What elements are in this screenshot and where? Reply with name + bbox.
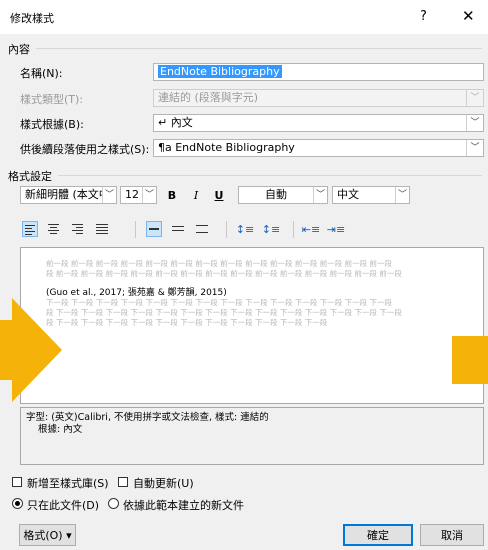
space-before-icon[interactable]: ↕≡ <box>236 219 254 239</box>
toolbar-divider <box>226 221 227 238</box>
chevron-down-icon: ﹀ <box>466 90 483 106</box>
decrease-indent-icon[interactable]: ⇤≡ <box>302 219 320 239</box>
language-select[interactable]: 中文 ﹀ <box>332 186 410 204</box>
formatting-divider <box>58 175 482 176</box>
orange-arrow-overlay <box>0 298 62 402</box>
name-label: 名稱(N): <box>20 67 63 80</box>
chevron-down-icon[interactable]: ﹀ <box>313 187 327 203</box>
one-half-spacing-icon[interactable] <box>170 221 186 237</box>
only-this-document-radio[interactable] <box>12 498 23 509</box>
italic-button[interactable]: I <box>188 185 204 205</box>
only-this-document-label: 只在此文件(D) <box>27 499 100 512</box>
justify-icon[interactable] <box>94 221 110 237</box>
preview-next-paragraph-line: 下一段 下一段 下一段 下一段 下一段 下一段 下一段 下一段 下一段 下一段 … <box>46 298 392 307</box>
preview-previous-paragraph-line: 前一段 前一段 前一段 前一段 前一段 前一段 前一段 前一段 前一段 前一段 … <box>46 259 392 268</box>
add-to-gallery-checkbox[interactable] <box>12 477 22 487</box>
font-color-value: 自動 <box>265 188 287 201</box>
chevron-down-icon[interactable]: ﹀ <box>466 140 483 156</box>
name-input-value: EndNote Bibliography <box>158 65 282 78</box>
chevron-down-icon[interactable]: ﹀ <box>466 115 483 131</box>
auto-update-checkbox[interactable] <box>118 477 128 487</box>
next-style-select[interactable]: ¶a EndNote Bibliography ﹀ <box>153 139 484 157</box>
align-left-icon[interactable] <box>22 221 38 237</box>
modify-style-dialog: 修改樣式 ? ✕ 內容 名稱(N): EndNote Bibliography … <box>0 0 488 550</box>
properties-section-label: 內容 <box>8 43 30 56</box>
double-spacing-icon[interactable] <box>194 221 210 237</box>
close-button[interactable]: ✕ <box>462 7 475 25</box>
font-select[interactable]: 新細明體 (本文中 ﹀ <box>20 186 117 204</box>
help-button[interactable]: ? <box>420 9 427 24</box>
name-input[interactable]: EndNote Bibliography <box>153 63 484 81</box>
ok-button[interactable]: 確定 <box>343 524 413 546</box>
style-type-value: 連結的 (段落與字元) <box>158 91 259 104</box>
preview-next-paragraph-line: 段 下一段 下一段 下一段 下一段 下一段 下一段 下一段 下一段 下一段 下一… <box>46 308 402 317</box>
cancel-button[interactable]: 取消 <box>420 524 484 546</box>
increase-indent-icon[interactable]: ⇥≡ <box>327 219 345 239</box>
font-color-select[interactable]: 自動 ﹀ <box>238 186 328 204</box>
language-value: 中文 <box>337 188 359 201</box>
align-right-icon[interactable] <box>70 221 86 237</box>
based-on-label: 樣式根據(B): <box>20 118 84 131</box>
style-type-select: 連結的 (段落與字元) ﹀ <box>153 89 484 107</box>
auto-update-label: 自動更新(U) <box>133 477 194 490</box>
chevron-down-icon[interactable]: ﹀ <box>395 187 409 203</box>
next-style-value: ¶a EndNote Bibliography <box>158 141 295 154</box>
space-after-icon[interactable]: ↕≡ <box>262 219 280 239</box>
toolbar-divider <box>293 221 294 238</box>
preview-next-paragraph-line: 段 下一段 下一段 下一段 下一段 下一段 下一段 下一段 下一段 下一段 下一… <box>46 318 328 327</box>
preview-previous-paragraph-line: 段 前一段 前一段 前一段 前一段 前一段 前一段 前一段 前一段 前一段 前一… <box>46 269 402 278</box>
new-documents-label: 依據此範本建立的新文件 <box>123 499 244 512</box>
font-size-select[interactable]: 12 ﹀ <box>120 186 157 204</box>
underline-button[interactable]: U <box>211 185 227 205</box>
align-center-icon[interactable] <box>46 221 62 237</box>
single-spacing-icon[interactable] <box>146 221 162 237</box>
add-to-gallery-label: 新增至樣式庫(S) <box>27 477 109 490</box>
font-value: 新細明體 (本文中 <box>25 188 110 201</box>
style-preview: 前一段 前一段 前一段 前一段 前一段 前一段 前一段 前一段 前一段 前一段 … <box>20 247 484 404</box>
toolbar-divider <box>135 221 136 238</box>
title-bar: 修改樣式 ? ✕ <box>0 0 488 34</box>
properties-divider <box>36 48 482 49</box>
based-on-value: ↵ 內文 <box>158 116 193 129</box>
next-style-label: 供後續段落使用之樣式(S): <box>20 143 150 156</box>
style-type-label: 樣式類型(T): <box>20 93 84 106</box>
format-button[interactable]: 格式(O) ▾ <box>19 524 76 546</box>
description-line: 字型: (英文)Calibri, 不使用拼字或文法檢查, 樣式: 連結的 <box>26 412 269 423</box>
formatting-section-label: 格式設定 <box>8 170 52 183</box>
bold-button[interactable]: B <box>164 185 180 205</box>
dialog-title: 修改樣式 <box>10 12 54 25</box>
style-description: 字型: (英文)Calibri, 不使用拼字或文法檢查, 樣式: 連結的 根據:… <box>20 407 484 465</box>
based-on-select[interactable]: ↵ 內文 ﹀ <box>153 114 484 132</box>
new-documents-radio[interactable] <box>108 498 119 509</box>
chevron-down-icon[interactable]: ﹀ <box>142 187 156 203</box>
preview-sample-text: (Guo et al., 2017; 張苑嘉 & 鄭芳韻, 2015) <box>46 288 227 298</box>
chevron-down-icon[interactable]: ﹀ <box>102 187 116 203</box>
font-size-value: 12 <box>125 188 139 201</box>
description-line: 根據: 內文 <box>38 424 83 435</box>
orange-block-overlay <box>452 336 488 384</box>
